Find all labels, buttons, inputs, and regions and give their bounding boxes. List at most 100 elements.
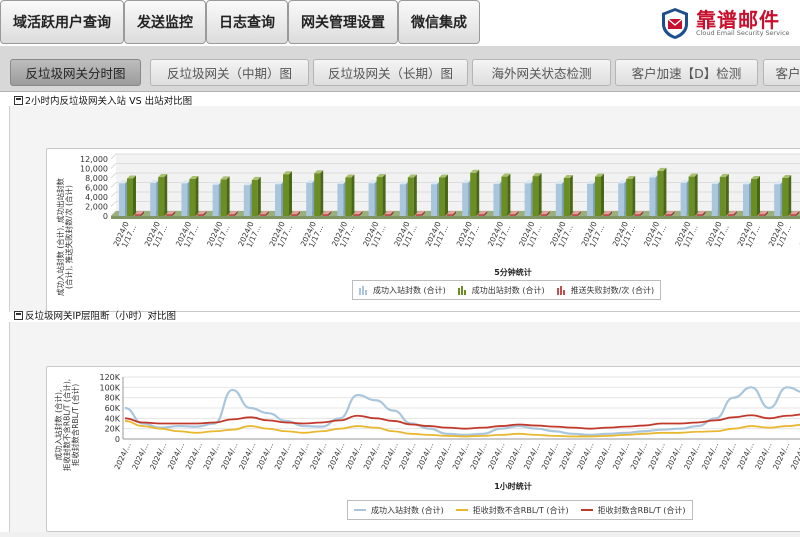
bar bbox=[782, 175, 792, 216]
panel-1-header: 2小时内反垃圾网关入站 VS 出站对比图 bbox=[14, 93, 192, 107]
tab-overseas-gateway[interactable]: 海外网关状态检测 bbox=[472, 59, 611, 86]
panel-2-header: 反垃圾网关IP层阻断（小时）对比图 bbox=[14, 308, 176, 322]
bar bbox=[688, 173, 698, 216]
bar-front bbox=[243, 185, 250, 216]
bar-front bbox=[439, 177, 445, 216]
bar-front bbox=[634, 214, 641, 216]
top-bar: 域活跃用户查询 发送监控 日志查询 网关管理设置 微信集成 靠谱邮件 Cloud… bbox=[0, 0, 800, 46]
legend-item-inbound[interactable]: 成功入站封数 (合计) bbox=[359, 285, 446, 296]
gridline bbox=[110, 201, 117, 207]
y-tick-label: 80K bbox=[105, 394, 121, 403]
bar-front bbox=[603, 214, 609, 216]
x-tick-label: 2024/01/17... bbox=[174, 220, 201, 251]
x-tick-label: 2024/01/17... bbox=[611, 220, 638, 251]
bar-front bbox=[626, 178, 633, 216]
nav-gateway-settings[interactable]: 网关管理设置 bbox=[288, 0, 398, 44]
bar bbox=[220, 176, 230, 216]
y-axis-label: 成功入站封数 (合计), 成功出站封数(合计), 推送失败封数/次 (合计) bbox=[55, 178, 74, 297]
collapse-icon[interactable] bbox=[14, 95, 23, 105]
legend-item-outbound[interactable]: 成功出站封数 (合计) bbox=[457, 285, 545, 296]
x-tick-label: 2024/01/17... bbox=[361, 220, 388, 251]
bar-front bbox=[135, 214, 141, 216]
bar-front bbox=[478, 214, 485, 216]
tab-customer-more[interactable]: 客户 bbox=[763, 59, 800, 86]
bar bbox=[407, 174, 417, 216]
x-tick-label: 2024/01/17... bbox=[736, 220, 763, 251]
bar bbox=[337, 180, 347, 216]
bar-front bbox=[540, 214, 547, 216]
bar bbox=[555, 180, 565, 216]
y-axis-label: 成功入站封数 (合计),拒收封数不含RBL/T (合计),拒收封数含RBL/T … bbox=[53, 379, 80, 471]
bar-front bbox=[688, 176, 695, 216]
bar-side bbox=[164, 174, 168, 216]
bar-front bbox=[751, 178, 757, 216]
y-tick-label: 60K bbox=[105, 404, 121, 413]
legend-item-line-inbound[interactable]: 成功入站封数 (合计) bbox=[354, 505, 444, 516]
x-tick-label: 2024/01/17... bbox=[767, 220, 794, 251]
bar-front bbox=[251, 179, 258, 216]
bar bbox=[439, 174, 448, 216]
panel-2-title: 反垃圾网关IP层阻断（小时）对比图 bbox=[25, 311, 177, 322]
bar-side bbox=[507, 173, 511, 216]
bar-front bbox=[595, 176, 601, 216]
x-tick-label: 2024/01/17... bbox=[205, 220, 232, 251]
bar bbox=[462, 179, 472, 216]
bar-side bbox=[694, 173, 698, 216]
legend-label: 成功出站封数 (合计) bbox=[471, 285, 545, 295]
bar-front bbox=[563, 178, 570, 216]
bar bbox=[212, 181, 222, 216]
bar-front bbox=[571, 214, 578, 216]
x-tick-label: 2024/01/17... bbox=[486, 220, 513, 251]
bar-side bbox=[757, 175, 760, 216]
tab-antispam-midterm[interactable]: 反垃圾网关（中期）图 bbox=[150, 59, 309, 86]
nav-active-users[interactable]: 域活跃用户查询 bbox=[0, 0, 124, 44]
bar-side bbox=[382, 174, 386, 216]
bar-side bbox=[569, 175, 573, 216]
collapse-icon[interactable] bbox=[14, 310, 23, 320]
envelope-shield-icon bbox=[662, 8, 688, 39]
bar-front bbox=[228, 214, 235, 216]
bar-front bbox=[719, 177, 726, 216]
legend-label: 成功入站封数 (合计) bbox=[371, 505, 444, 515]
bar-front bbox=[127, 178, 133, 216]
bar-swatch-icon bbox=[556, 285, 565, 295]
bar-front bbox=[306, 182, 313, 216]
bar-front bbox=[524, 183, 531, 216]
bar-front bbox=[399, 184, 406, 216]
tab-antispam-longterm[interactable]: 反垃圾网关（长期）图 bbox=[313, 59, 468, 86]
bar-front bbox=[447, 214, 453, 216]
bar bbox=[743, 181, 752, 216]
bar-side bbox=[601, 173, 604, 216]
x-tick-label: 2024/01/17... bbox=[236, 220, 263, 251]
y-tick-label: 4,000 bbox=[85, 193, 108, 202]
legend-label: 成功入站封数 (合计) bbox=[373, 285, 446, 295]
tab-antispam-hourly[interactable]: 反垃圾网关分时图 bbox=[10, 59, 141, 86]
chart-2-container: 120K 100K 80K 60K 40K 20K 0 成功入站封数 (合计),拒收封数不含R… bbox=[46, 366, 800, 532]
bar-side bbox=[351, 174, 355, 216]
bar bbox=[306, 179, 316, 216]
bar bbox=[587, 180, 596, 216]
y-tick-label: 0 bbox=[103, 212, 108, 221]
legend-item-line-rbl[interactable]: 拒收封数含RBL/T (合计) bbox=[580, 505, 686, 516]
bar-front bbox=[415, 214, 422, 216]
bar-front bbox=[166, 214, 173, 216]
bar-front bbox=[509, 214, 516, 216]
nav-send-monitor[interactable]: 发送监控 bbox=[124, 0, 206, 44]
x-tick-label: 2024/01/17... bbox=[392, 220, 419, 251]
legend-label: 推送失败封数/次 (合计) bbox=[570, 285, 655, 295]
bar bbox=[189, 175, 199, 216]
bar-side bbox=[413, 174, 417, 216]
bar bbox=[626, 175, 636, 216]
bar-front bbox=[322, 214, 329, 216]
x-tick-label: 2024/01/17... bbox=[268, 220, 295, 251]
legend-item-failed[interactable]: 推送失败封数/次 (合计) bbox=[556, 285, 655, 296]
nav-wechat[interactable]: 微信集成 bbox=[398, 0, 480, 44]
legend-item-line-no-rbl[interactable]: 拒收封数不含RBL/T (合计) bbox=[455, 505, 569, 516]
bar bbox=[368, 180, 378, 216]
gridline bbox=[110, 163, 117, 169]
tab-customer-accel[interactable]: 客户加速【D】检测 bbox=[615, 59, 758, 86]
bar bbox=[376, 174, 386, 216]
nav-log-query[interactable]: 日志查询 bbox=[206, 0, 288, 44]
x-axis-label: 5分钟统计 bbox=[494, 267, 532, 277]
bar bbox=[251, 176, 261, 216]
